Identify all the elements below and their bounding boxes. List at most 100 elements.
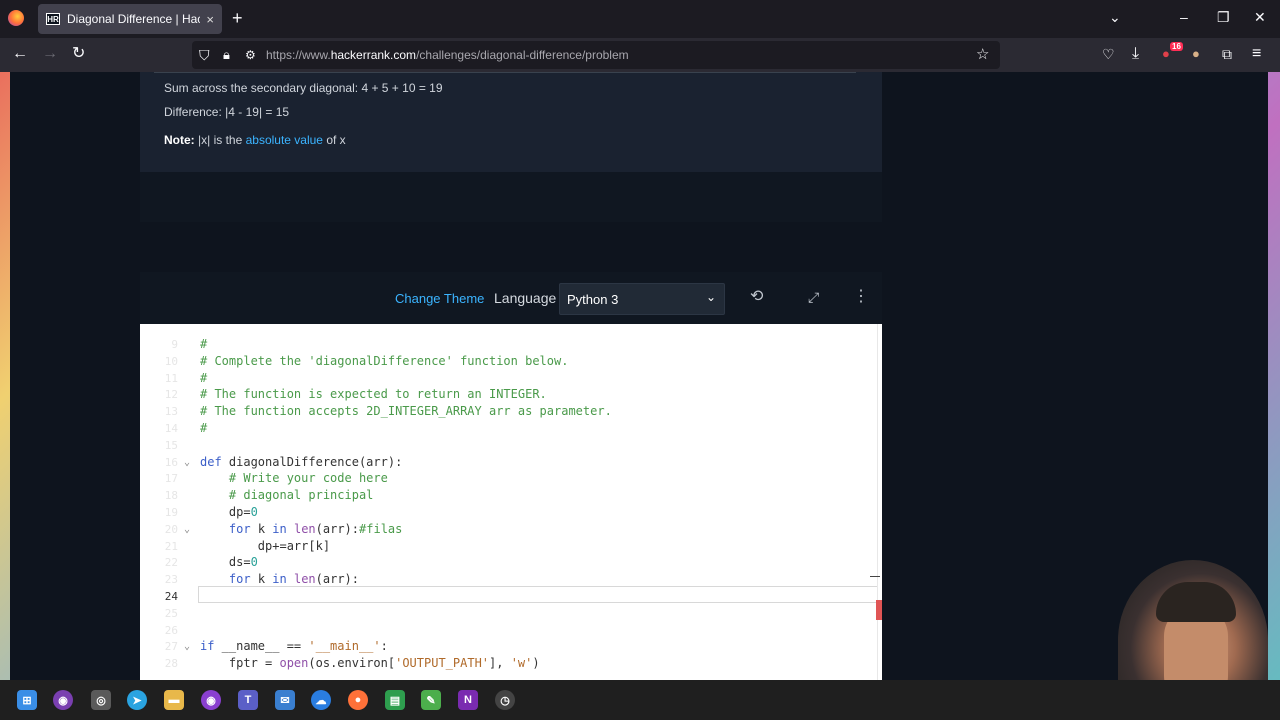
shield-icon[interactable]: ⛉ — [199, 46, 210, 64]
hackerrank-favicon-icon: HR — [46, 13, 60, 25]
arrow-left-icon[interactable]: ← — [12, 45, 28, 63]
clock-app-icon[interactable]: ◷ — [495, 690, 515, 710]
page-content: Sum across the secondary diagonal: 4 + 5… — [10, 72, 1268, 680]
tab-title: Diagonal Difference | HackerRank — [67, 12, 201, 26]
firefox-taskbar-icon[interactable]: ● — [348, 690, 368, 710]
editor-right-border — [877, 324, 878, 680]
code-editor[interactable]: 9 #10 # Complete the 'diagonalDifference' … — [140, 324, 882, 680]
firefox-logo-icon — [8, 10, 24, 26]
code-line[interactable]: 21 dp+=arr[k] — [140, 538, 882, 555]
code-text: # — [200, 421, 208, 435]
change-theme-link[interactable]: Change Theme — [395, 291, 484, 306]
extension-icon[interactable]: ● — [1162, 45, 1170, 63]
code-line[interactable]: 14 # — [140, 420, 882, 437]
account-avatar-icon[interactable]: ● — [1192, 45, 1200, 63]
telegram-icon[interactable]: ➤ — [127, 690, 147, 710]
code-text: ds=0 — [200, 555, 258, 570]
code-line[interactable]: 20 ⌄ for k in len(arr):#filas — [140, 521, 882, 538]
star-icon[interactable]: ☆ — [976, 46, 989, 64]
editor-toolbar: Change Theme Language Python 3 ⌄ ⟲ ⤢ ⋮ — [140, 272, 882, 324]
line-number: 22 — [164, 556, 178, 570]
code-line[interactable]: 16 ⌄ def diagonalDifference(arr): — [140, 454, 882, 471]
fold-chevron-icon[interactable]: ⌄ — [184, 638, 190, 655]
line-number: 25 — [164, 606, 178, 620]
download-icon[interactable]: ⤓ — [1132, 45, 1139, 63]
line-number: 24 — [164, 590, 178, 603]
absolute-value-link[interactable]: absolute value — [246, 133, 323, 147]
note-text-2: of x — [322, 133, 346, 147]
fold-chevron-icon[interactable]: ⌄ — [184, 521, 190, 538]
language-select[interactable]: Python 3 ⌄ — [559, 283, 725, 315]
line-number: 16 — [164, 455, 178, 469]
code-text: dp=0 — [200, 505, 258, 519]
onenote-icon[interactable]: N — [458, 690, 478, 710]
code-line[interactable]: 13 # The function accepts 2D_INTEGER_ARRA… — [140, 403, 882, 420]
list-tabs-chevron-icon[interactable]: ⌄ — [1109, 9, 1121, 26]
restore-button[interactable]: ❐ — [1217, 9, 1230, 26]
extension-badge: 16 — [1170, 42, 1183, 51]
code-line[interactable]: 22 ds=0 — [140, 554, 882, 571]
code-line[interactable]: 27 ⌄ if __name__ == '__main__': — [140, 638, 882, 655]
line-number: 23 — [164, 573, 178, 587]
new-tab-button[interactable]: + — [232, 8, 243, 28]
windows-start-icon[interactable]: ⊞ — [17, 690, 37, 710]
history-icon[interactable]: ⟲ — [750, 289, 763, 305]
code-text: # Write your code here — [228, 471, 388, 486]
reload-icon[interactable]: ↻ — [72, 45, 85, 63]
podcast-icon[interactable]: ◉ — [201, 690, 221, 710]
code-text: # Complete the 'diagonalDifference' func… — [200, 353, 569, 368]
extensions-puzzle-icon[interactable]: ⧉ — [1222, 45, 1232, 63]
close-window-button[interactable]: ✕ — [1254, 9, 1266, 26]
code-line[interactable]: 25 — [140, 605, 882, 622]
mail-icon[interactable]: ✉ — [275, 690, 295, 710]
fold-chevron-icon[interactable]: ⌄ — [184, 454, 190, 471]
kebab-menu-icon[interactable]: ⋮ — [853, 289, 869, 305]
pocket-icon[interactable]: ♡ — [1102, 45, 1115, 63]
sheets-icon[interactable]: ▤ — [385, 690, 405, 710]
code-line[interactable]: 11 # — [140, 370, 882, 387]
onedrive-icon[interactable]: ☁ — [311, 690, 331, 710]
url-domain: hackerrank.com — [330, 48, 417, 62]
code-line[interactable]: 23 for k in len(arr): — [140, 571, 882, 588]
browser-nav-bar: ← → ↻ ⛉ 🔒︎ ⚙ https://www.hackerrank.com/… — [0, 38, 1280, 72]
minimize-button[interactable]: – — [1180, 9, 1188, 25]
tab-close-icon[interactable]: × — [206, 12, 214, 27]
windows-taskbar: ⊞ ◉ ◎ ➤ ▬ ◉ T ✉ ☁ ● ▤ ✎ N ◷ — [0, 680, 1280, 720]
permissions-icon[interactable]: ⚙ — [245, 46, 256, 64]
code-line[interactable]: 9 # — [140, 336, 882, 353]
address-bar[interactable]: ⛉ 🔒︎ ⚙ https://www.hackerrank.com/challe… — [192, 41, 1000, 69]
difference-text: Difference: |4 - 19| = 15 — [164, 105, 290, 119]
github-icon[interactable]: ◉ — [53, 690, 73, 710]
language-label: Language — [494, 290, 557, 306]
hamburger-menu-icon[interactable]: ≡ — [1252, 45, 1261, 63]
code-text: if __name__ == '__main__': — [200, 639, 388, 654]
scroll-position-marker — [870, 576, 880, 577]
code-line[interactable]: 10 # Complete the 'diagonalDifference' fu… — [140, 353, 882, 370]
divider — [154, 72, 856, 73]
code-text: # The function is expected to return an … — [200, 387, 547, 402]
problem-footer — [140, 172, 882, 222]
lock-icon[interactable]: 🔒︎ — [223, 46, 230, 64]
line-number: 26 — [164, 623, 178, 637]
line-number: 19 — [164, 506, 178, 519]
camera-icon[interactable]: ◎ — [91, 690, 111, 710]
code-line[interactable]: 17 # Write your code here — [140, 470, 882, 487]
code-line[interactable]: 28 fptr = open(os.environ['OUTPUT_PATH']… — [140, 655, 882, 672]
url-text[interactable]: https://www.hackerrank.com/challenges/di… — [266, 48, 629, 62]
arrow-right-icon[interactable]: → — [42, 45, 58, 63]
teams-icon[interactable]: T — [238, 690, 258, 710]
browser-tab-bar: HR Diagonal Difference | HackerRank × + … — [0, 0, 1280, 38]
code-line[interactable]: 18 # diagonal principal — [140, 487, 882, 504]
expand-icon[interactable]: ⤢ — [808, 289, 819, 305]
notepad-icon[interactable]: ✎ — [421, 690, 441, 710]
folder-icon[interactable]: ▬ — [164, 690, 184, 710]
url-path: /challenges/diagonal-difference/problem — [416, 48, 629, 62]
code-line[interactable]: 12 # The function is expected to return a… — [140, 386, 882, 403]
code-text: # — [200, 370, 208, 385]
code-line[interactable]: 15 — [140, 437, 882, 454]
code-line[interactable]: 24 — [140, 588, 882, 605]
code-text: def diagonalDifference(arr): — [200, 454, 403, 469]
code-line[interactable]: 26 — [140, 622, 882, 639]
browser-tab[interactable]: HR Diagonal Difference | HackerRank × — [38, 4, 222, 34]
code-line[interactable]: 19 dp=0 — [140, 504, 882, 521]
